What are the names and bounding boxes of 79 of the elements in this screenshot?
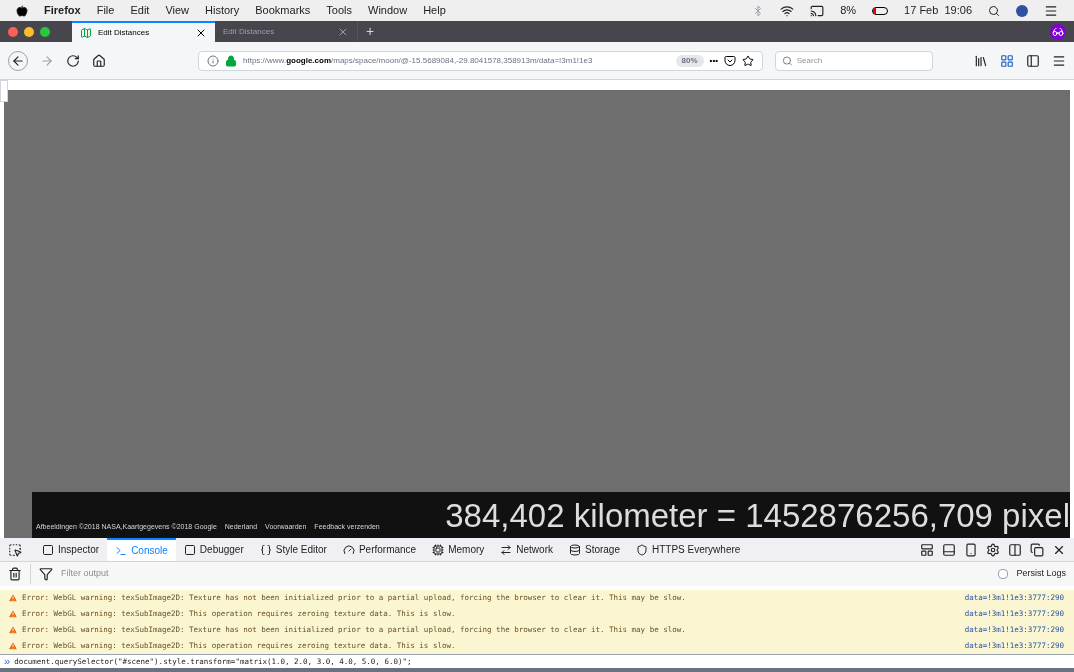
- tab-title: Edit Distances: [98, 26, 151, 39]
- devtools-tab[interactable]: Storage: [560, 538, 628, 561]
- filter-input[interactable]: Filter output: [61, 567, 991, 581]
- battery-percent: 8%: [840, 3, 857, 19]
- apple-icon[interactable]: [16, 4, 28, 17]
- page-actions-button[interactable]: •••: [709, 54, 718, 67]
- browser-tab[interactable]: Edit Distances: [72, 21, 215, 42]
- devtools-tab[interactable]: Console: [107, 538, 176, 561]
- menu-app-name[interactable]: Firefox: [44, 2, 81, 19]
- devtools-tab[interactable]: HTTPS Everywhere: [628, 538, 749, 561]
- sidebar-icon[interactable]: [1026, 53, 1040, 68]
- zoom-level-badge[interactable]: 80%: [675, 54, 704, 67]
- airplay-icon[interactable]: [810, 3, 825, 18]
- warning-icon: [8, 625, 18, 635]
- devtools-tab-icon: [342, 543, 355, 556]
- address-bar[interactable]: https://www.google.com/maps/space/moon/@-15.5689084,-29.8041578,358913m/data=!3m1!1e3 80% •••: [198, 50, 763, 71]
- menu-item[interactable]: Window: [368, 2, 408, 19]
- reload-button[interactable]: [66, 53, 80, 68]
- menu-item[interactable]: File: [96, 2, 115, 19]
- filter-icon: [39, 567, 53, 581]
- responsive-design-icon[interactable]: [964, 542, 978, 557]
- zoom-window-icon[interactable]: [40, 26, 50, 37]
- prompt-icon: »: [4, 653, 11, 670]
- new-tab-button[interactable]: +: [358, 21, 383, 42]
- devtools-tab[interactable]: Network: [492, 538, 561, 561]
- devtools-tab[interactable]: Inspector: [34, 538, 108, 561]
- warning-icon: [8, 593, 18, 603]
- sidebar-toggle[interactable]: [0, 80, 8, 102]
- split-console-icon[interactable]: [942, 542, 956, 557]
- minimize-window-icon[interactable]: [24, 26, 34, 37]
- url-text: https://www.google.com/maps/space/moon/@-15.5689084,-29.8041578,358913m/data=!3m1!1e3: [243, 54, 594, 67]
- private-browsing-icon[interactable]: [1050, 23, 1066, 40]
- devtools-tab-icon: [259, 543, 272, 556]
- extension-grid-icon[interactable]: [1000, 53, 1014, 68]
- menu-item[interactable]: Tools: [326, 2, 352, 19]
- devtools-tab-icon: [115, 544, 128, 557]
- dock-side-icon[interactable]: [1008, 542, 1022, 557]
- devtools-tab-icon: [183, 543, 196, 556]
- menu-item[interactable]: Bookmarks: [255, 2, 311, 19]
- search-field[interactable]: Search: [775, 50, 933, 71]
- devtools-tab[interactable]: Style Editor: [251, 538, 335, 561]
- menu-item[interactable]: History: [205, 2, 240, 19]
- devtools-tab[interactable]: Debugger: [175, 538, 252, 561]
- devtools-tab-icon: [568, 543, 581, 556]
- menu-item[interactable]: Edit: [130, 2, 150, 19]
- maps-favicon-icon: [80, 26, 92, 39]
- separate-window-icon[interactable]: [1030, 542, 1044, 557]
- siri-icon[interactable]: [1016, 4, 1028, 17]
- close-window-icon[interactable]: [8, 26, 18, 37]
- warning-icon: [8, 609, 18, 619]
- devtools-tab[interactable]: Memory: [424, 538, 493, 561]
- menu-icon[interactable]: [1052, 53, 1066, 68]
- search-icon[interactable]: [988, 4, 1000, 17]
- devtools-tab-icon: [636, 543, 648, 556]
- wifi-icon[interactable]: [780, 3, 795, 18]
- warning-icon: [8, 641, 18, 651]
- dock-layout-icon[interactable]: [920, 542, 934, 557]
- menu-item[interactable]: Help: [423, 2, 446, 19]
- menu-item[interactable]: View: [165, 2, 190, 19]
- tab-title: Edit Distances: [223, 25, 276, 38]
- devtools-tab-icon: [42, 543, 54, 556]
- devtools-tab-icon: [432, 543, 445, 556]
- persist-logs-label[interactable]: Persist Logs: [1016, 567, 1066, 581]
- search-icon: [782, 54, 793, 67]
- distance-overlay-text: 384,402 kilometer = 1452876256,709 pixel: [445, 496, 1070, 536]
- persist-logs-checkbox[interactable]: [998, 569, 1009, 579]
- bookmark-star-icon[interactable]: [742, 54, 754, 67]
- home-button[interactable]: [92, 53, 106, 68]
- pocket-icon[interactable]: [724, 54, 736, 67]
- settings-icon[interactable]: [986, 542, 1000, 557]
- clear-console-icon[interactable]: [8, 567, 22, 581]
- menu-icon[interactable]: [1044, 3, 1058, 18]
- element-picker-icon[interactable]: [8, 542, 22, 557]
- clock[interactable]: 17 Feb 19:06: [904, 2, 972, 19]
- devtools-tab[interactable]: Performance: [334, 538, 425, 561]
- library-icon[interactable]: [974, 53, 988, 68]
- lock-icon: [225, 54, 237, 67]
- info-icon[interactable]: [207, 54, 219, 67]
- devtools-tab-icon: [500, 543, 513, 556]
